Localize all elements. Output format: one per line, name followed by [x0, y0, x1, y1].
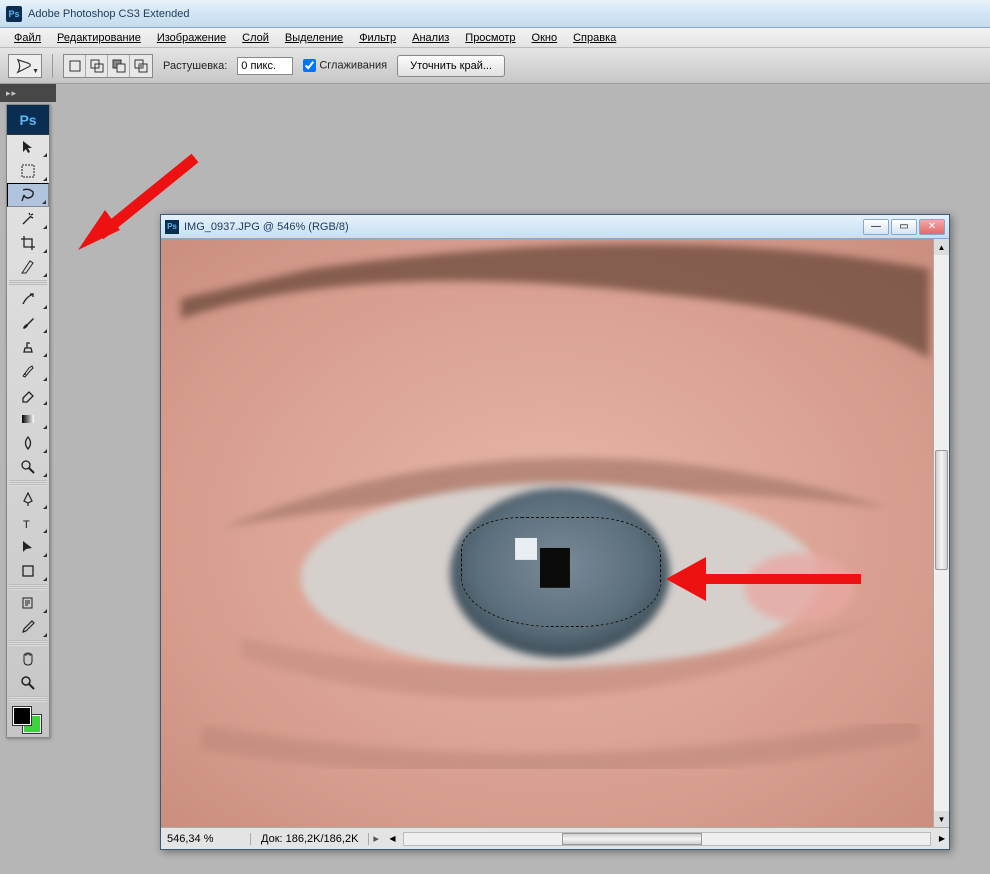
- menu-filter[interactable]: Фильтр: [351, 30, 404, 46]
- refine-edge-button[interactable]: Уточнить край...: [397, 55, 505, 77]
- toolbox-separator: [9, 280, 47, 286]
- toolbox-header-icon: Ps: [7, 105, 49, 135]
- tool-preset-picker[interactable]: ▼: [8, 54, 42, 78]
- hand-tool[interactable]: [7, 647, 49, 671]
- antialias-label: Сглаживания: [319, 59, 387, 71]
- marquee-tool[interactable]: [7, 159, 49, 183]
- zoom-tool[interactable]: [7, 671, 49, 695]
- document-info[interactable]: Док: 186,2K/186,2K: [251, 833, 369, 845]
- scroll-up-arrow-icon[interactable]: ▲: [934, 239, 949, 255]
- brush-tool[interactable]: [7, 311, 49, 335]
- vertical-scrollbar[interactable]: ▲ ▼: [933, 239, 949, 827]
- lasso-selection: [461, 517, 661, 627]
- panel-collapse-strip[interactable]: ▸▸: [0, 84, 56, 102]
- menu-view[interactable]: Просмотр: [457, 30, 523, 46]
- horizontal-scrollbar[interactable]: [403, 832, 931, 846]
- info-dropdown-icon[interactable]: ▸: [373, 832, 385, 845]
- options-bar: ▼ Растушевка: Сглаживания Уточнить край.…: [0, 48, 990, 84]
- scroll-right-arrow-icon[interactable]: ▶: [935, 834, 949, 843]
- path-selection-tool[interactable]: [7, 535, 49, 559]
- antialias-checkbox[interactable]: [303, 59, 316, 72]
- scroll-down-arrow-icon[interactable]: ▼: [934, 811, 949, 827]
- healing-brush-tool[interactable]: [7, 287, 49, 311]
- eraser-tool[interactable]: [7, 383, 49, 407]
- lasso-tool[interactable]: [7, 183, 49, 207]
- selection-intersect-icon[interactable]: [130, 55, 152, 77]
- blur-tool[interactable]: [7, 431, 49, 455]
- selection-subtract-icon[interactable]: [108, 55, 130, 77]
- pen-tool[interactable]: [7, 487, 49, 511]
- toolbox: Ps T: [6, 104, 50, 738]
- document-titlebar[interactable]: Ps IMG_0937.JPG @ 546% (RGB/8) — ▭ ✕: [161, 215, 949, 239]
- separator: [52, 54, 53, 78]
- type-tool[interactable]: T: [7, 511, 49, 535]
- gradient-tool[interactable]: [7, 407, 49, 431]
- move-tool[interactable]: [7, 135, 49, 159]
- menu-window[interactable]: Окно: [524, 30, 566, 46]
- eyedropper-tool[interactable]: [7, 615, 49, 639]
- toolbox-separator: [9, 696, 47, 702]
- minimize-button[interactable]: —: [863, 219, 889, 235]
- selection-new-icon[interactable]: [64, 55, 86, 77]
- magic-wand-tool[interactable]: [7, 207, 49, 231]
- menu-help[interactable]: Справка: [565, 30, 624, 46]
- crop-tool[interactable]: [7, 231, 49, 255]
- zoom-level[interactable]: 546,34 %: [161, 833, 251, 845]
- notes-tool[interactable]: [7, 591, 49, 615]
- menu-file[interactable]: Файл: [6, 30, 49, 46]
- app-title: Adobe Photoshop CS3 Extended: [28, 8, 189, 20]
- menu-image[interactable]: Изображение: [149, 30, 234, 46]
- scroll-thumb[interactable]: [935, 450, 948, 570]
- color-swatches[interactable]: [7, 703, 49, 737]
- scroll-left-arrow-icon[interactable]: ◀: [385, 834, 399, 843]
- shape-tool[interactable]: [7, 559, 49, 583]
- maximize-button[interactable]: ▭: [891, 219, 917, 235]
- hscroll-thumb[interactable]: [562, 833, 702, 845]
- clone-stamp-tool[interactable]: [7, 335, 49, 359]
- canvas[interactable]: [161, 239, 933, 827]
- antialias-option[interactable]: Сглаживания: [303, 59, 387, 72]
- toolbox-separator: [9, 640, 47, 646]
- document-icon: Ps: [165, 220, 179, 234]
- menu-analysis[interactable]: Анализ: [404, 30, 457, 46]
- dodge-tool[interactable]: [7, 455, 49, 479]
- document-statusbar: 546,34 % Док: 186,2K/186,2K ▸ ◀ ▶: [161, 827, 949, 849]
- document-title: IMG_0937.JPG @ 546% (RGB/8): [184, 221, 861, 233]
- menu-select[interactable]: Выделение: [277, 30, 351, 46]
- menu-edit[interactable]: Редактирование: [49, 30, 149, 46]
- toolbox-separator: [9, 584, 47, 590]
- slice-tool[interactable]: [7, 255, 49, 279]
- feather-input[interactable]: [237, 57, 293, 75]
- menu-layer[interactable]: Слой: [234, 30, 277, 46]
- selection-mode-group: [63, 54, 153, 78]
- svg-text:T: T: [23, 519, 30, 531]
- app-icon: Ps: [6, 6, 22, 22]
- document-window: Ps IMG_0937.JPG @ 546% (RGB/8) — ▭ ✕: [160, 214, 950, 850]
- toolbox-separator: [9, 480, 47, 486]
- scroll-track[interactable]: [934, 255, 949, 811]
- selection-add-icon[interactable]: [86, 55, 108, 77]
- history-brush-tool[interactable]: [7, 359, 49, 383]
- document-body: ▲ ▼: [161, 239, 949, 827]
- app-titlebar: Ps Adobe Photoshop CS3 Extended: [0, 0, 990, 28]
- foreground-color-swatch[interactable]: [13, 707, 31, 725]
- close-button[interactable]: ✕: [919, 219, 945, 235]
- menubar: Файл Редактирование Изображение Слой Выд…: [0, 28, 990, 48]
- feather-label: Растушевка:: [163, 60, 227, 72]
